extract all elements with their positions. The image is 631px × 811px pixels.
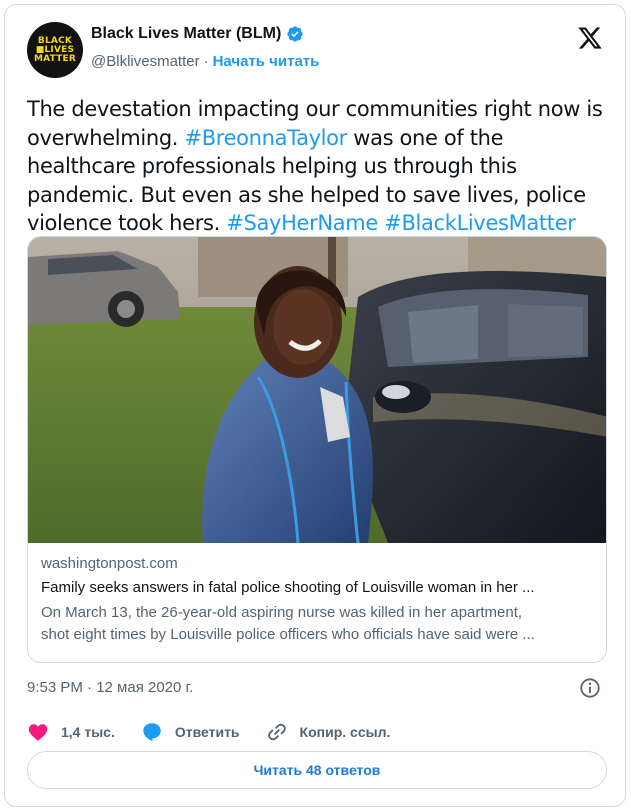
tweet-actions: 1,4 тыс. Ответить Копир. ссыл. <box>27 721 416 743</box>
verified-badge-icon <box>287 26 303 42</box>
tweet-text: The devestation impacting our communitie… <box>27 95 612 238</box>
author-name-row: Black Lives Matter (BLM) <box>91 25 304 43</box>
author-handle-row: @Blklivesmatter · Начать читать <box>91 53 319 70</box>
like-button[interactable]: 1,4 тыс. <box>27 721 115 743</box>
avatar[interactable]: BLACK ■LIVES MATTER <box>27 22 83 78</box>
tweet-card: BLACK ■LIVES MATTER Black Lives Matter (… <box>4 4 626 807</box>
hashtag-link[interactable]: #BreonnaTaylor <box>184 126 347 150</box>
reply-button[interactable]: Ответить <box>141 721 240 743</box>
link-icon <box>267 723 286 741</box>
info-icon[interactable] <box>579 677 601 699</box>
link-description: On March 13, the 26-year-old aspiring nu… <box>41 602 597 646</box>
hashtag-link[interactable]: #SayHerName <box>226 211 378 235</box>
separator-dot: · <box>203 53 209 70</box>
heart-icon <box>28 724 48 741</box>
reply-label: Ответить <box>174 724 240 740</box>
link-description-line: On March 13, the 26-year-old aspiring nu… <box>41 604 523 621</box>
copy-link-button[interactable]: Копир. ссыл. <box>266 721 391 743</box>
link-domain: washingtonpost.com <box>41 555 178 572</box>
like-count: 1,4 тыс. <box>61 724 115 740</box>
link-description-line: shot eight times by Louisville police of… <box>41 626 535 643</box>
author-handle[interactable]: @Blklivesmatter <box>91 53 200 70</box>
hashtag-link[interactable]: #BlackLivesMatter <box>384 211 576 235</box>
read-replies-button[interactable]: Читать 48 ответов <box>27 751 607 789</box>
x-logo-icon[interactable] <box>577 25 603 51</box>
follow-button[interactable]: Начать читать <box>213 53 320 70</box>
avatar-logo-text: MATTER <box>34 53 76 64</box>
link-headline: Family seeks answers in fatal police sho… <box>41 579 535 596</box>
author-display-name[interactable]: Black Lives Matter (BLM) <box>91 25 281 43</box>
reply-bubble-icon <box>143 723 161 742</box>
tweet-timestamp[interactable]: 9:53 PM · 12 мая 2020 г. <box>27 679 193 696</box>
link-preview-meta: washingtonpost.com Family seeks answers … <box>41 555 597 646</box>
copy-link-label: Копир. ссыл. <box>299 724 391 740</box>
link-preview-image[interactable] <box>28 237 607 543</box>
link-preview-card[interactable]: washingtonpost.com Family seeks answers … <box>27 236 607 663</box>
